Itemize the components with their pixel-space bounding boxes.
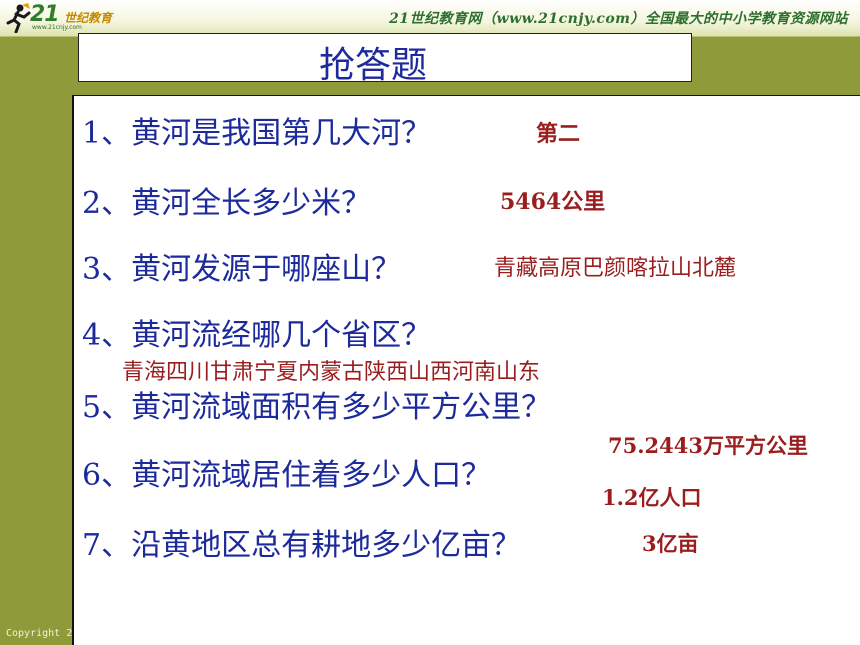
question-7: 7、沿黄地区总有耕地多少亿亩？ xyxy=(82,528,522,563)
title-box: 抢答题 xyxy=(78,33,692,86)
answer-6: 1.2亿人口 xyxy=(602,485,702,510)
question-1: 1、黄河是我国第几大河？ xyxy=(82,116,432,151)
site-logo[interactable]: 21 世纪教育 www.21cnjy.com xyxy=(4,2,144,34)
slide-title: 抢答题 xyxy=(319,45,428,86)
question-2: 2、黄河全长多少米？ xyxy=(82,186,372,221)
answer-2: 5464公里 xyxy=(500,189,606,215)
header-bar: 21 世纪教育 www.21cnjy.com 21世纪教育网（www.21cnj… xyxy=(0,0,860,37)
question-6: 6、黄河流域居住着多少人口？ xyxy=(82,458,492,493)
answer-3: 青藏高原巴颜喀拉山北麓 xyxy=(494,256,737,281)
copyright-text: Copyright 2 xyxy=(6,628,73,639)
header-slogan[interactable]: 21世纪教育网（www.21cnjy.com）全国最大的中小学教育资源网站 xyxy=(389,8,848,28)
question-3: 3、黄河发源于哪座山？ xyxy=(82,252,402,287)
question-4: 4、黄河流经哪几个省区？ xyxy=(82,318,432,353)
answer-5: 75.2443万平方公里 xyxy=(608,433,808,458)
answer-1: 第二 xyxy=(536,121,581,147)
logo-url: www.21cnjy.com xyxy=(32,24,82,31)
answer-7: 3亿亩 xyxy=(642,531,699,556)
runner-icon xyxy=(6,3,31,33)
question-panel: 1、黄河是我国第几大河？ 第二 2、黄河全长多少米？ 5464公里 3、黄河发源… xyxy=(72,95,860,645)
question-5: 5、黄河流域面积有多少平方公里？ xyxy=(82,390,552,425)
